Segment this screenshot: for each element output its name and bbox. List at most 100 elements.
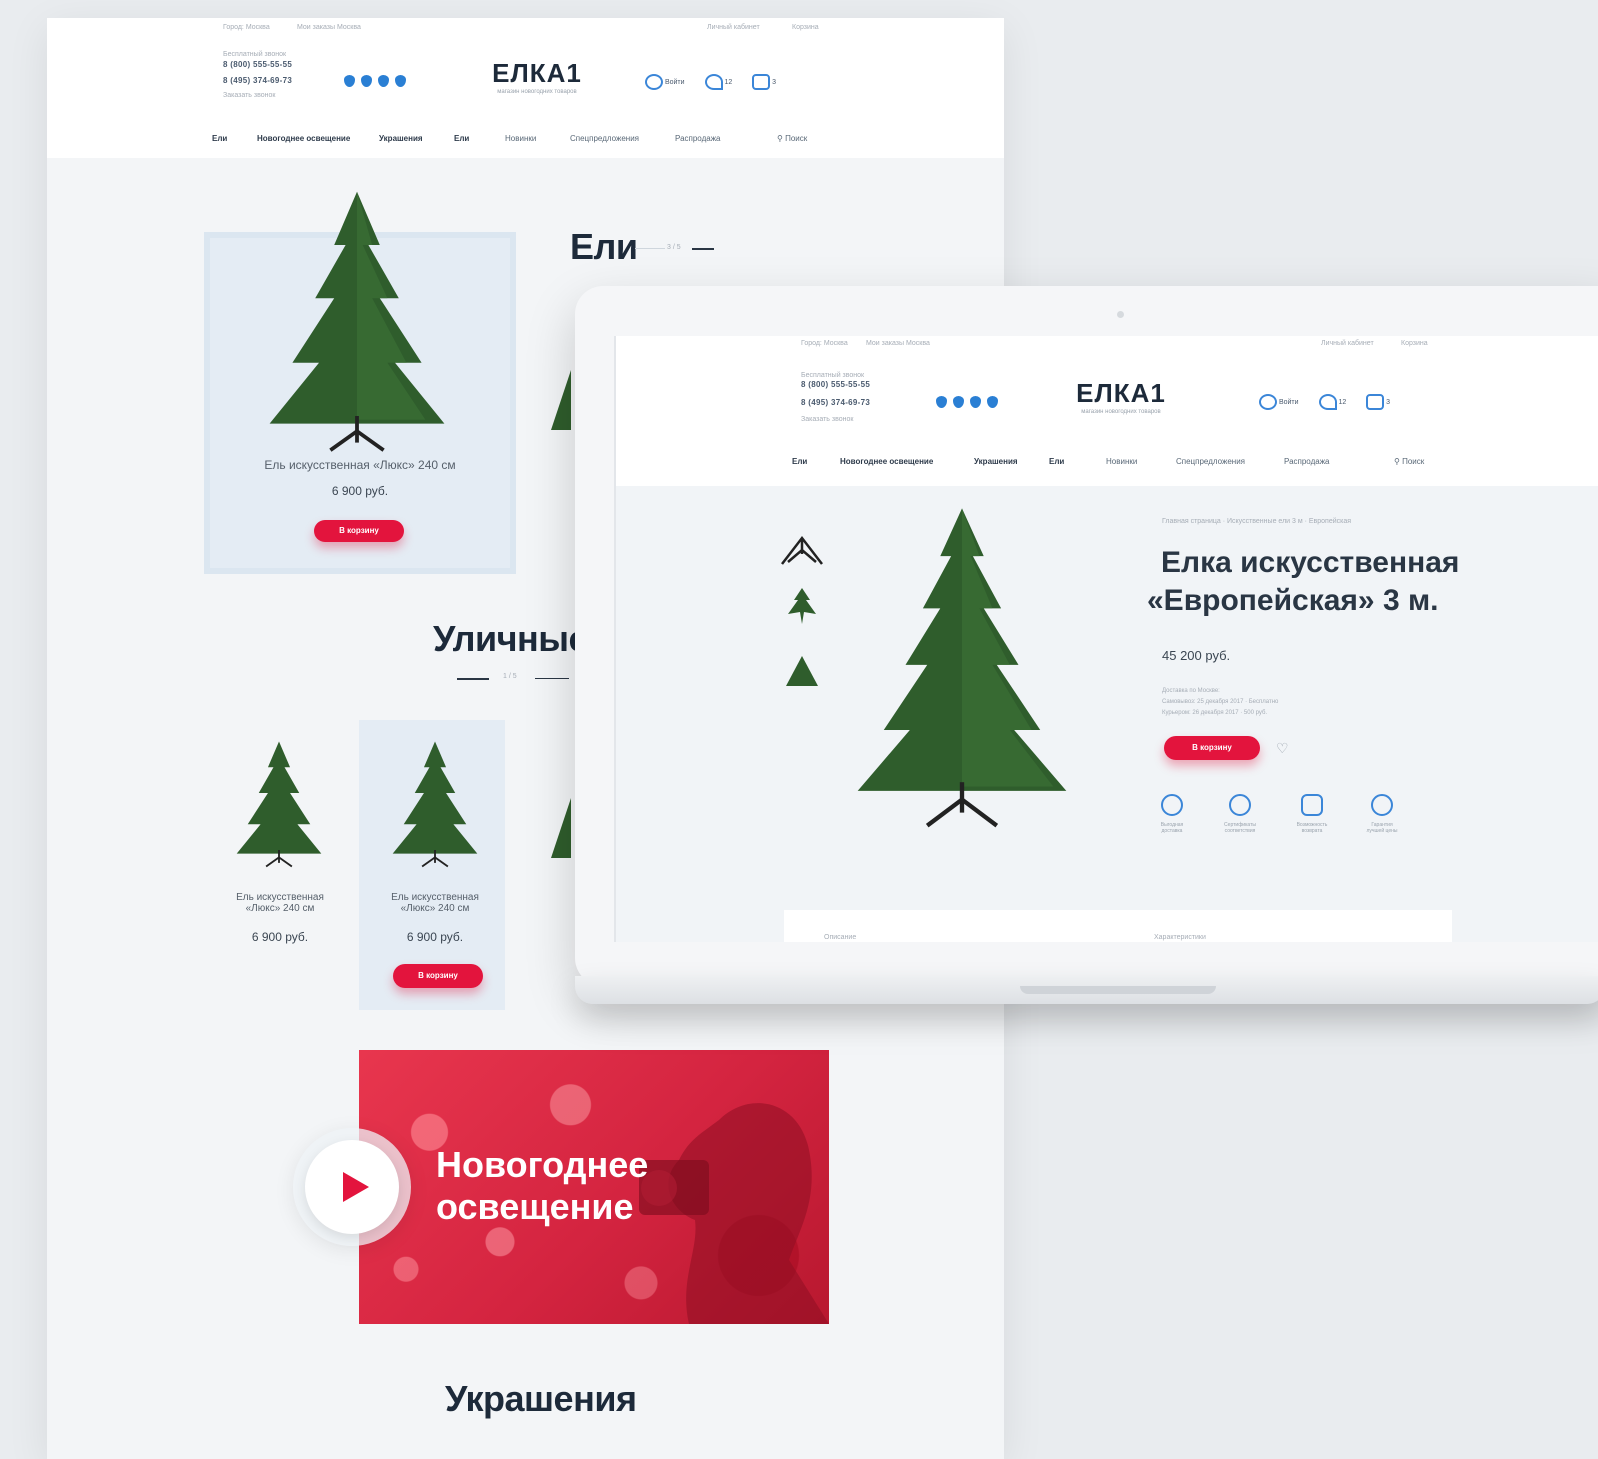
nav-item-decor[interactable]: Украшения	[974, 457, 1018, 466]
phone-2[interactable]: 8 (495) 374-69-73	[801, 398, 870, 407]
pager-count: 1 / 5	[503, 673, 517, 680]
topbar-orders-link[interactable]: Мои заказы Москва	[297, 24, 361, 31]
search-link[interactable]: ⚲ Поиск	[1394, 457, 1424, 466]
topbar-city-link[interactable]: Город: Москва	[223, 24, 270, 31]
ornament-icon	[1161, 794, 1183, 816]
featured-product-price: 6 900 руб.	[331, 484, 389, 498]
pager-next[interactable]	[692, 248, 714, 250]
free-call-label: Бесплатный звонок	[801, 372, 865, 379]
drop-icon	[344, 75, 355, 87]
nav-item-new[interactable]: Новинки	[1106, 457, 1137, 466]
cart-icon[interactable]	[752, 74, 771, 90]
login-label[interactable]: Войти	[665, 79, 685, 86]
topbar-account-link[interactable]: Личный кабинет	[707, 24, 760, 31]
callback-link[interactable]: Заказать звонок	[223, 92, 275, 99]
play-button-inner[interactable]	[305, 1140, 399, 1234]
cart-icon[interactable]	[1366, 394, 1385, 410]
laptop-notch	[1020, 986, 1216, 994]
product-title-line1: Елка искусственная	[1161, 546, 1460, 579]
login-label[interactable]: Войти	[1279, 399, 1299, 406]
breadcrumb[interactable]: Главная страница · Искусственные ели 3 м…	[1162, 518, 1351, 525]
feature-delivery: Выгодная доставка	[1152, 794, 1192, 834]
topbar-orders-link[interactable]: Мои заказы Москва	[866, 340, 930, 347]
feature-label: Гарантия лучшей цены	[1366, 822, 1398, 834]
street-product-price: 6 900 руб.	[251, 930, 309, 944]
add-to-cart-button[interactable]: В корзину	[314, 520, 404, 542]
laptop-screen: Город: Москва Мои заказы Москва Личный к…	[614, 336, 1598, 942]
feature-label: Возможность возврата	[1296, 822, 1328, 834]
featured-product-name[interactable]: Ель искусственная «Люкс» 240 см	[204, 458, 516, 472]
tab-specs[interactable]: Характеристики	[1154, 934, 1206, 941]
drop-icon	[378, 75, 389, 87]
nav-item-eli[interactable]: Ели	[212, 134, 227, 143]
phone-1[interactable]: 8 (800) 555-55-55	[801, 380, 870, 389]
feature-certificates: Сертификаты соответствия	[1220, 794, 1260, 834]
street-product-name[interactable]: Ель искусственная «Люкс» 240 см	[385, 892, 485, 914]
feature-label: Выгодная доставка	[1160, 822, 1184, 834]
phone-1[interactable]: 8 (800) 555-55-55	[223, 60, 292, 69]
topbar-cart-link[interactable]: Корзина	[792, 24, 819, 31]
topbar-cart-link[interactable]: Корзина	[1401, 340, 1428, 347]
site-logo[interactable]: ЕЛКА1	[487, 58, 587, 89]
nav-item-eli-2[interactable]: Ели	[1049, 457, 1064, 466]
camera-dot	[1117, 311, 1124, 318]
search-link[interactable]: ⚲ Поиск	[777, 134, 807, 143]
thumbnail-branch[interactable]	[784, 586, 820, 626]
add-to-cart-button[interactable]: В корзину	[393, 964, 483, 988]
pager-count: 3 / 5	[667, 244, 681, 251]
nav-item-offers[interactable]: Спецпредложения	[570, 134, 639, 143]
badge-icon	[1229, 794, 1251, 816]
header-actions: Войти 12 3	[1259, 394, 1390, 410]
delivery-line: Курьером: 26 декабря 2017 · 500 руб.	[1162, 710, 1268, 716]
product-tabs-panel: Описание Характеристики	[784, 910, 1452, 942]
nav-item-sale[interactable]: Распродажа	[675, 134, 721, 143]
feature-label: Сертификаты соответствия	[1224, 822, 1256, 834]
tab-description[interactable]: Описание	[824, 934, 856, 941]
site-logo[interactable]: ЕЛКА1	[1066, 378, 1176, 409]
site-tagline: магазин новогодних товаров	[1081, 409, 1161, 415]
topbar-account-link[interactable]: Личный кабинет	[1321, 340, 1374, 347]
heart-icon[interactable]	[1318, 394, 1337, 410]
lighting-banner[interactable]: Новогоднее освещение	[359, 1050, 829, 1324]
pager-prev[interactable]	[635, 248, 665, 249]
banner-title-line1: Новогоднее	[436, 1144, 649, 1185]
site-header: Город: Москва Мои заказы Москва Личный к…	[47, 18, 1004, 158]
hand-icon	[1371, 794, 1393, 816]
drop-icon	[395, 75, 406, 87]
cart-count: 3	[772, 78, 777, 86]
feature-best-price: Гарантия лучшей цены	[1362, 794, 1402, 834]
pager-prev[interactable]	[457, 678, 489, 680]
nav-item-eli[interactable]: Ели	[792, 457, 807, 466]
add-to-cart-button[interactable]: В корзину	[1164, 736, 1260, 760]
nav-item-sale[interactable]: Распродажа	[1284, 457, 1330, 466]
banner-title-line2: освещение	[436, 1186, 634, 1227]
drop-icon	[987, 396, 998, 408]
nav-item-lighting[interactable]: Новогоднее освещение	[257, 134, 350, 143]
user-icon[interactable]	[1259, 394, 1277, 410]
nav-item-decor[interactable]: Украшения	[379, 134, 423, 143]
nav-item-offers[interactable]: Спецпредложения	[1176, 457, 1245, 466]
search-label: Поиск	[785, 134, 808, 143]
topbar-city-link[interactable]: Город: Москва	[801, 340, 848, 347]
pager-next[interactable]	[535, 678, 569, 679]
nav-item-eli-2[interactable]: Ели	[454, 134, 469, 143]
delivery-line: Доставка по Москве:	[1162, 688, 1220, 694]
phone-2[interactable]: 8 (495) 374-69-73	[223, 76, 292, 85]
heart-icon[interactable]	[704, 74, 723, 90]
thumbnail-stand[interactable]	[778, 532, 826, 568]
drop-icon	[361, 75, 372, 87]
street-product-price: 6 900 руб.	[406, 930, 464, 944]
nav-item-lighting[interactable]: Новогоднее освещение	[840, 457, 933, 466]
play-button[interactable]	[293, 1128, 411, 1246]
free-call-label: Бесплатный звонок	[223, 51, 287, 58]
thumbnail-tree[interactable]	[784, 654, 820, 688]
street-product-name[interactable]: Ель искусственная «Люкс» 240 см	[230, 892, 330, 914]
bag-icon	[1301, 794, 1323, 816]
nav-item-new[interactable]: Новинки	[505, 134, 536, 143]
tree-image	[551, 798, 571, 858]
favorite-heart-icon[interactable]: ♡	[1276, 740, 1289, 757]
user-icon[interactable]	[645, 74, 663, 90]
feature-returns: Возможность возврата	[1292, 794, 1332, 834]
payment-drops	[344, 74, 412, 92]
callback-link[interactable]: Заказать звонок	[801, 416, 853, 423]
